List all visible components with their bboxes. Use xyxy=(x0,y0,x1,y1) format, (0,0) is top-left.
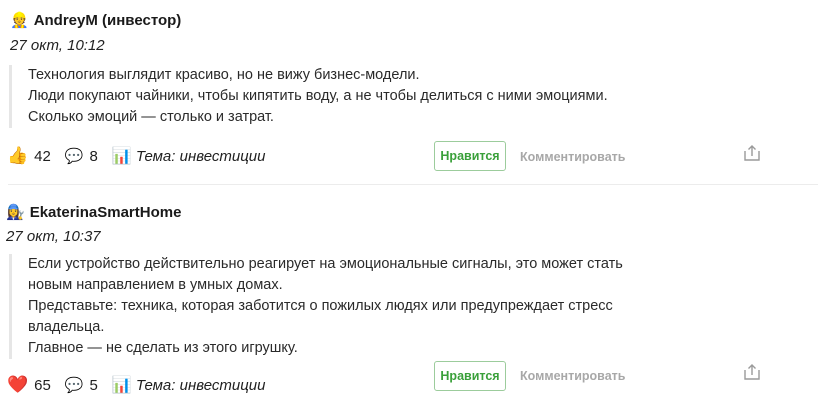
comment-footer: 👍 42 💬 8 📊 Тема: инвестиции xyxy=(7,141,818,171)
bar-chart-icon: 📊 xyxy=(111,148,132,165)
comments-count-value: 5 xyxy=(89,376,98,394)
like-button[interactable]: Нравится xyxy=(434,141,506,171)
comment-line: новым направлением в умных домах. xyxy=(28,277,283,293)
like-button[interactable]: Нравится xyxy=(434,361,506,391)
comment-line: Представьте: техника, которая заботится … xyxy=(28,298,613,314)
topic-tag[interactable]: 📊 Тема: инвестиции xyxy=(112,375,266,395)
comment-card: 👷 AndreyM (инвестор) 27 окт, 10:12 Техно… xyxy=(0,0,818,186)
comment-author[interactable]: 👩‍🔧 EkaterinaSmartHome xyxy=(6,203,182,222)
comment-body: Технология выглядит красиво, но не вижу … xyxy=(9,65,608,128)
heart-icon: ❤️ xyxy=(7,375,29,394)
comment-divider xyxy=(8,184,818,185)
share-icon[interactable] xyxy=(743,363,761,381)
author-name[interactable]: AndreyM (инвестор) xyxy=(34,12,182,29)
share-icon[interactable] xyxy=(743,144,761,162)
topic-label: Тема: инвестиции xyxy=(135,376,266,394)
bar-chart-icon: 📊 xyxy=(111,377,132,394)
comment-footer: ❤️ 65 💬 5 📊 Тема: инвестиции xyxy=(7,370,818,400)
comment-line: Главное — не сделать из этого игрушку. xyxy=(28,340,298,356)
speech-bubble-icon: 💬 xyxy=(64,148,84,165)
comment-author[interactable]: 👷 AndreyM (инвестор) xyxy=(10,11,182,30)
comment-line: Сколько эмоций — столько и затрат. xyxy=(28,109,274,125)
reaction-count-value: 42 xyxy=(34,147,51,165)
topic-label: Тема: инвестиции xyxy=(135,147,266,165)
thumbs-up-icon: 👍 xyxy=(7,146,29,165)
comment-line: Люди покупают чайники, чтобы кипятить во… xyxy=(28,88,608,104)
comment-button[interactable]: Комментировать xyxy=(520,369,625,383)
comment-timestamp: 27 окт, 10:12 xyxy=(10,37,105,54)
comment-line: Если устройство действительно реагирует … xyxy=(28,256,623,272)
reaction-count[interactable]: ❤️ 65 xyxy=(7,375,51,395)
author-name[interactable]: EkaterinaSmartHome xyxy=(30,204,182,221)
reaction-count-value: 65 xyxy=(34,376,51,394)
comments-count[interactable]: 💬 5 xyxy=(64,376,98,395)
comment-button[interactable]: Комментировать xyxy=(520,150,625,164)
comment-line: владельца. xyxy=(28,319,105,335)
comment-line: Технология выглядит красиво, но не вижу … xyxy=(28,67,420,83)
reaction-count[interactable]: 👍 42 xyxy=(7,146,51,166)
worker-avatar-icon: 👷 xyxy=(10,12,29,29)
technician-avatar-icon: 👩‍🔧 xyxy=(6,204,25,221)
comment-body: Если устройство действительно реагирует … xyxy=(9,254,623,359)
speech-bubble-icon: 💬 xyxy=(64,377,84,394)
comment-timestamp: 27 окт, 10:37 xyxy=(6,228,101,245)
comments-count-value: 8 xyxy=(89,147,98,165)
topic-tag[interactable]: 📊 Тема: инвестиции xyxy=(112,146,266,166)
comment-card: 👩‍🔧 EkaterinaSmartHome 27 окт, 10:37 Есл… xyxy=(0,186,818,412)
comments-count[interactable]: 💬 8 xyxy=(64,147,98,166)
